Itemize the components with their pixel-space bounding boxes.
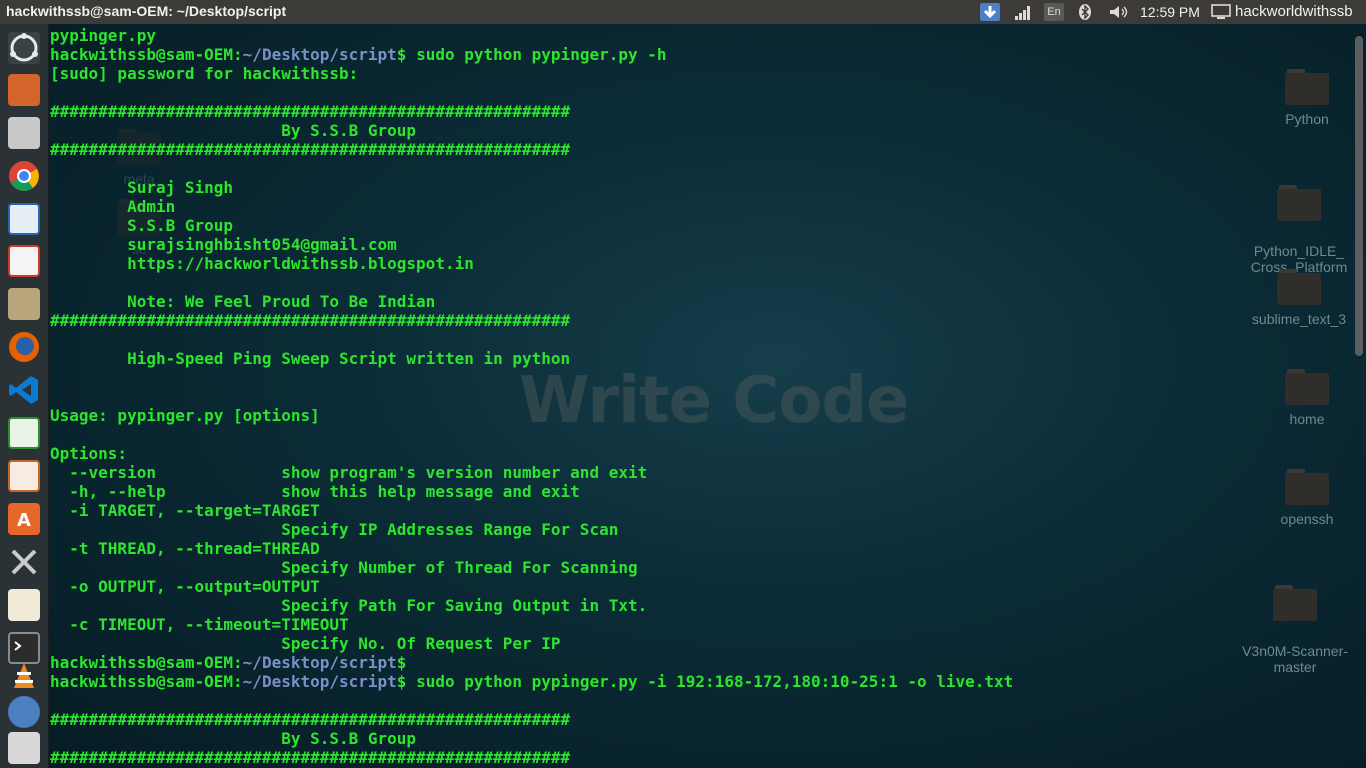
terminal-output-line: -i TARGET, --target=TARGET (50, 501, 320, 520)
prompt-command: sudo python pypinger.py -i 192:168-172,1… (416, 672, 1014, 691)
user-menu[interactable]: hackworldwithssb (1235, 3, 1353, 21)
terminal-output-line: -h, --help show this help message and ex… (50, 482, 580, 501)
chrome-icon[interactable] (8, 160, 40, 192)
terminal-output-line: By S.S.B Group (50, 729, 417, 748)
terminal-output-line: Suraj Singh (50, 178, 234, 197)
computer-icon[interactable] (1211, 3, 1231, 21)
vscode-icon[interactable] (8, 374, 40, 406)
software-updater-icon[interactable] (8, 74, 40, 106)
terminal-output-line: https://hackworldwithssb.blogspot.in (50, 254, 474, 273)
window-title: hackwithssb@sam-OEM: ~/Desktop/script (6, 3, 287, 19)
prompt-user: hackwithssb@sam-OEM (50, 653, 234, 672)
firefox-icon[interactable] (8, 331, 40, 363)
ubuntu-dash-icon[interactable] (8, 32, 40, 64)
prompt-user: hackwithssb@sam-OEM (50, 45, 234, 64)
installer-icon[interactable] (8, 696, 40, 728)
terminal-output-line: High-Speed Ping Sweep Script written in … (50, 349, 571, 368)
terminal-output-line: ########################################… (50, 748, 571, 767)
terminal-output-line: ########################################… (50, 102, 571, 121)
terminal-output-line: S.S.B Group (50, 216, 234, 235)
svg-text:A: A (17, 510, 31, 531)
prompt-path: ~/Desktop/script (242, 653, 397, 672)
prompt-user: hackwithssb@sam-OEM (50, 672, 234, 691)
trash-icon[interactable] (8, 732, 40, 764)
terminal-output-line: ########################################… (50, 140, 571, 159)
prompt-path: ~/Desktop/script (242, 672, 397, 691)
terminal-output-line: ########################################… (50, 710, 571, 729)
terminal-output-line: Specify IP Addresses Range For Scan (50, 520, 619, 539)
terminal-output-line: surajsinghbisht054@gmail.com (50, 235, 397, 254)
terminal-output-line: Specify Path For Saving Output in Txt. (50, 596, 648, 615)
terminal-output-line: Specify Number of Thread For Scanning (50, 558, 638, 577)
terminal-prompt-line: hackwithssb@sam-OEM:~/Desktop/script$ su… (50, 672, 1014, 691)
terminal-output-line: -o OUTPUT, --output=OUTPUT (50, 577, 320, 596)
prompt-command: sudo python pypinger.py -h (416, 45, 667, 64)
pdf-viewer-icon[interactable] (8, 245, 40, 277)
terminal-output-line: Specify No. Of Request Per IP (50, 634, 561, 653)
home-folder-icon[interactable] (8, 288, 40, 320)
text-editor-icon[interactable] (8, 589, 40, 621)
terminal-output-line: --version show program's version number … (50, 463, 648, 482)
terminal-output[interactable]: pypinger.py hackwithssb@sam-OEM:~/Desktop… (50, 26, 1350, 768)
terminal-output-line: Note: We Feel Proud To Be Indian (50, 292, 436, 311)
download-icon[interactable] (980, 3, 1000, 21)
terminal-output-line: Usage: pypinger.py [options] (50, 406, 320, 425)
bluetooth-icon[interactable] (1078, 3, 1092, 21)
files-cabinet-icon[interactable] (8, 117, 40, 149)
terminal-prompt-line: hackwithssb@sam-OEM:~/Desktop/script$ (50, 653, 417, 672)
network-icon[interactable] (1013, 3, 1033, 21)
volume-icon[interactable] (1108, 3, 1130, 21)
vlc-icon[interactable] (8, 660, 40, 692)
terminal-output-line: -c TIMEOUT, --timeout=TIMEOUT (50, 615, 349, 634)
terminal-scrollbar[interactable] (1355, 36, 1363, 356)
terminal-prompt-line: hackwithssb@sam-OEM:~/Desktop/script$ su… (50, 45, 667, 64)
terminal-output-line: By S.S.B Group (50, 121, 417, 140)
terminal-output-line: Admin (50, 197, 176, 216)
software-center-icon[interactable]: A (8, 503, 40, 535)
terminal-output-line: ########################################… (50, 311, 571, 330)
calc-icon[interactable] (8, 417, 40, 449)
impress-icon[interactable] (8, 460, 40, 492)
writer-icon[interactable] (8, 203, 40, 235)
launcher: A (0, 24, 49, 768)
keyboard-icon[interactable]: En (1044, 3, 1064, 21)
clock[interactable]: 12:59 PM (1140, 4, 1200, 22)
prompt-path: ~/Desktop/script (242, 45, 397, 64)
system-tools-icon[interactable] (8, 546, 40, 578)
terminal-output-line: [sudo] password for hackwithssb: (50, 64, 359, 83)
terminal-output-line: pypinger.py (50, 26, 156, 45)
top-panel: hackwithssb@sam-OEM: ~/Desktop/script En… (0, 0, 1366, 24)
terminal-output-line: -t THREAD, --thread=THREAD (50, 539, 320, 558)
terminal-output-line: Options: (50, 444, 128, 463)
